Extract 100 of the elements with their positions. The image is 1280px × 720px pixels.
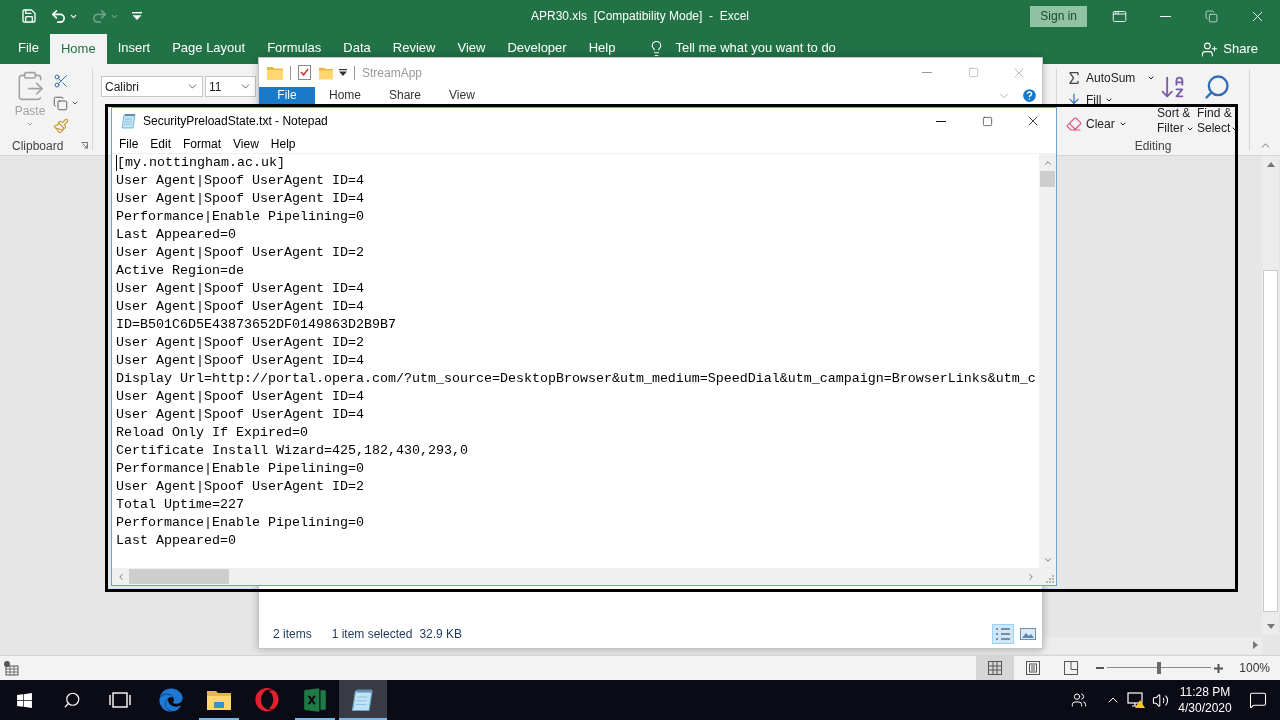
spreadsheet-app-icon: [302, 687, 328, 713]
window-title: StreamApp: [362, 64, 423, 82]
menu-item[interactable]: File: [113, 134, 145, 153]
text-line: User Agent|Spoof UserAgent ID=4: [116, 388, 364, 406]
ribbon-tab[interactable]: Home: [315, 87, 375, 104]
normal-view-icon: [988, 661, 1003, 675]
opera-o-icon: [255, 688, 279, 712]
find-select-button[interactable]: Find & Select: [1197, 67, 1241, 136]
menu-item[interactable]: Edit: [144, 134, 178, 153]
text-line: Performance|Enable Pipelining=0: [116, 514, 364, 532]
save-icon: [21, 8, 37, 24]
speaker-icon: [1151, 691, 1169, 709]
font-name-field[interactable]: Calibri: [101, 76, 203, 97]
horizontal-scrollbar[interactable]: [112, 568, 1039, 585]
ribbon-tab[interactable]: Review: [381, 39, 447, 57]
text-line: Reload Only If Expired=0: [116, 424, 308, 442]
window-title: SecurityPreloadState.txt - Notepad: [143, 113, 328, 130]
details-view-button[interactable]: [992, 624, 1014, 644]
sign-in-button[interactable]: Sign in: [1030, 5, 1087, 27]
notification-icon: [1249, 691, 1267, 709]
text-line: User Agent|Spoof UserAgent ID=2: [116, 334, 364, 352]
text-line: User Agent|Spoof UserAgent ID=2: [116, 478, 364, 496]
ribbon-tab[interactable]: Data: [332, 39, 382, 57]
paintbrush-icon: [53, 117, 69, 134]
scrollbar-thumb[interactable]: [1040, 171, 1055, 187]
text-line: User Agent|Spoof UserAgent ID=2: [116, 244, 364, 262]
text-line: Performance|Enable Pipelining=0: [116, 460, 364, 478]
ribbon-tab[interactable]: Insert: [106, 39, 162, 57]
zoom-slider-thumb[interactable]: [1157, 662, 1162, 674]
ribbon-tab[interactable]: File: [259, 87, 315, 104]
text-line: User Agent|Spoof UserAgent ID=4: [116, 280, 364, 298]
view-button[interactable]: [976, 656, 1015, 680]
ribbon-display-icon: [1111, 8, 1127, 24]
taskbar-app-button[interactable]: [339, 680, 387, 720]
vertical-scrollbar[interactable]: [1262, 156, 1279, 635]
clear-button[interactable]: Clear: [1066, 112, 1157, 136]
folder-icon: [207, 690, 231, 710]
text-line: Active Region=de: [116, 262, 244, 280]
selection-count: 1 item selected: [331, 626, 413, 643]
fill-button[interactable]: Fill: [1066, 88, 1157, 111]
task-view-icon: [109, 692, 131, 708]
notepad-icon: [121, 113, 137, 129]
properties-icon: [298, 65, 311, 80]
help-button[interactable]: [1021, 87, 1038, 104]
zoom-in-button[interactable]: [1214, 663, 1224, 673]
folder-icon: [267, 65, 283, 80]
network-warning-icon: [1127, 692, 1145, 708]
ribbon-tab[interactable]: Developer: [496, 39, 578, 57]
ribbon-tab[interactable]: File: [7, 39, 50, 57]
text-line: Total Uptime=227: [116, 496, 244, 514]
clock[interactable]: 11:28 PM 4/30/2020: [1174, 680, 1236, 720]
ribbon-tab[interactable]: Share: [375, 87, 436, 104]
selection-size: 32.9 KB: [419, 626, 463, 643]
undo-icon: [50, 7, 67, 25]
minimize-icon: [1159, 15, 1171, 17]
ribbon-tab[interactable]: Page Layout: [161, 39, 257, 57]
group-label: Clipboard: [12, 137, 64, 155]
text-cursor: [116, 155, 117, 171]
running-indicator: [295, 718, 335, 720]
ribbon-tab[interactable]: View: [435, 87, 489, 104]
tell-me-field[interactable]: Tell me what you want to do: [675, 39, 848, 57]
maximize-icon: [967, 67, 979, 78]
menu-item[interactable]: Help: [264, 134, 302, 153]
restore-icon: [1204, 9, 1218, 23]
menu-item[interactable]: Format: [177, 134, 228, 153]
text-line: ID=B501C6D5E43873652DF0149863D2B9B7: [116, 316, 396, 334]
page-break-icon: [1064, 661, 1079, 675]
text-line: User Agent|Spoof UserAgent ID=4: [116, 352, 364, 370]
vertical-scrollbar[interactable]: [1039, 154, 1056, 568]
dialog-launcher-icon: [81, 142, 88, 149]
windows-logo-icon: [15, 691, 33, 709]
minimize-icon: [936, 120, 946, 122]
scrollbar-thumb[interactable]: [129, 569, 229, 584]
ribbon-tab[interactable]: Help: [577, 39, 627, 57]
dropdown-caret-icon: [339, 69, 347, 76]
autosum-button[interactable]: AutoSum: [1066, 67, 1157, 89]
eraser-icon: [1066, 116, 1082, 133]
group-label: Editing: [1134, 137, 1172, 155]
plus-icon: [1214, 663, 1224, 673]
page-layout-icon: [1026, 661, 1041, 675]
text-line: User Agent|Spoof UserAgent ID=4: [116, 298, 364, 316]
share-button[interactable]: Share: [1201, 34, 1258, 64]
text-line: Performance|Enable Pipelining=0: [116, 208, 364, 226]
menu-item[interactable]: View: [227, 134, 265, 153]
ribbon-tab[interactable]: Home: [49, 34, 107, 64]
horizontal-scrollbar[interactable]: [1042, 636, 1262, 654]
ribbon-tab[interactable]: Formulas: [256, 39, 333, 57]
sort-filter-button[interactable]: Sort & Filter: [1157, 67, 1197, 136]
ribbon-tab[interactable]: View: [446, 39, 497, 57]
scissors-icon: [53, 73, 69, 90]
scrollbar-thumb[interactable]: [1263, 270, 1278, 612]
caret-icon: [26, 120, 34, 128]
size-grip-icon: [1045, 574, 1054, 583]
minimize-icon: [922, 72, 932, 73]
scroll-up-arrow-icon: [1266, 162, 1275, 167]
scroll-right-arrow-icon: [1253, 641, 1258, 649]
folder-icon: [319, 65, 333, 80]
font-size-field[interactable]: 11: [205, 76, 256, 97]
details-view-icon: [995, 627, 1011, 641]
item-count: 2 items: [273, 626, 312, 643]
